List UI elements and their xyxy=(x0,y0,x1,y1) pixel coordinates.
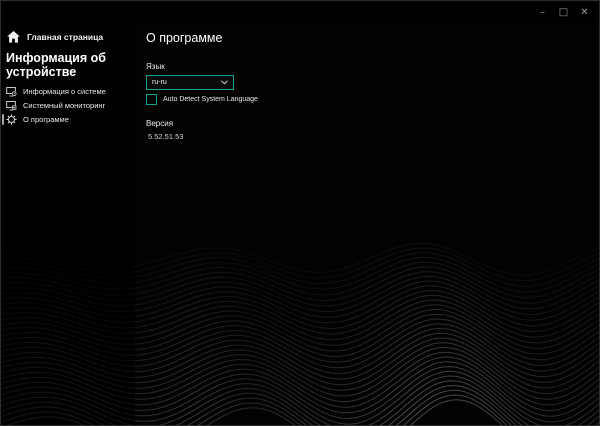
sidebar-item-label: Информация о системе xyxy=(23,87,106,96)
titlebar[interactable]: – □ ✕ xyxy=(1,1,599,25)
language-label: Язык xyxy=(146,62,599,71)
sidebar-item-system-monitoring[interactable]: Системный мониторинг xyxy=(1,99,135,112)
home-icon xyxy=(7,31,20,43)
auto-detect-label: Auto Detect System Language xyxy=(163,96,258,103)
system-monitoring-icon xyxy=(6,101,17,111)
maximize-button[interactable]: □ xyxy=(553,3,574,23)
close-button[interactable]: ✕ xyxy=(574,3,595,23)
sidebar: Главная страница Информация об устройств… xyxy=(1,25,135,127)
sidebar-item-about[interactable]: О программе xyxy=(1,113,135,126)
version-label: Версия xyxy=(146,119,599,128)
about-page: О программе Язык ru-ru Auto Detect Syste… xyxy=(146,25,599,141)
app-window: – □ ✕ Главная страница Информация об уст… xyxy=(0,0,600,426)
version-value: 5.52.51.53 xyxy=(146,132,599,141)
language-dropdown-value: ru-ru xyxy=(152,79,167,86)
sidebar-item-label: Системный мониторинг xyxy=(23,101,105,110)
gear-icon xyxy=(6,114,17,125)
system-info-icon xyxy=(6,87,17,97)
sidebar-item-label: О программе xyxy=(23,115,69,124)
sidebar-item-system-info[interactable]: Информация о системе xyxy=(1,85,135,98)
sidebar-home-label: Главная страница xyxy=(27,32,103,42)
window-controls: – □ ✕ xyxy=(532,1,595,25)
page-title: О программе xyxy=(146,31,599,45)
auto-detect-row: Auto Detect System Language xyxy=(146,94,599,105)
active-item-indicator xyxy=(2,114,4,125)
sidebar-item-home[interactable]: Главная страница xyxy=(1,25,135,48)
chevron-down-icon xyxy=(221,80,228,85)
sidebar-nav: Информация о системе Системный мониторин… xyxy=(1,85,135,126)
auto-detect-checkbox[interactable] xyxy=(146,94,157,105)
language-dropdown[interactable]: ru-ru xyxy=(146,75,234,90)
minimize-button[interactable]: – xyxy=(532,3,553,23)
sidebar-section-title: Информация об устройстве xyxy=(1,48,135,85)
